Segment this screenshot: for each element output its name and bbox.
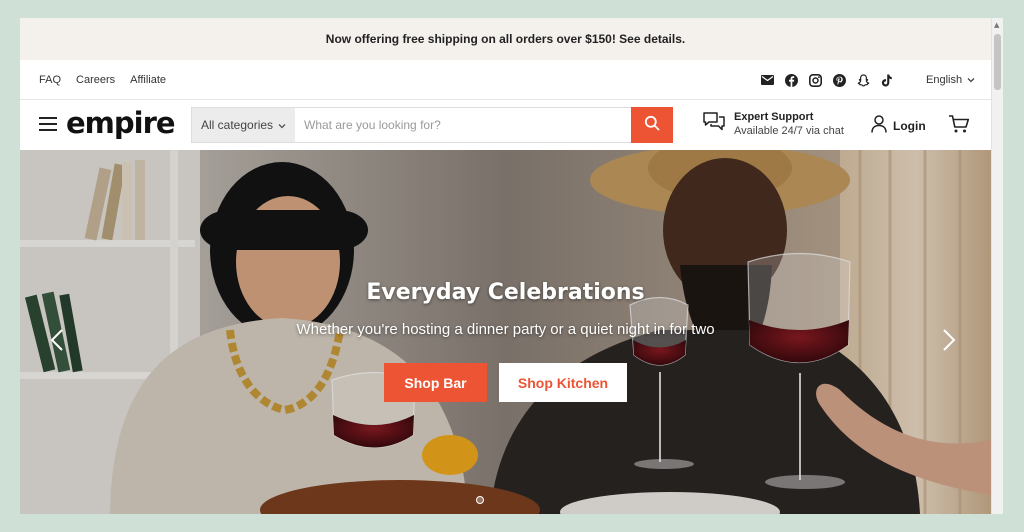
language-label: English	[926, 74, 963, 86]
cart-button[interactable]	[948, 114, 970, 139]
search-icon	[644, 115, 660, 136]
shop-bar-button[interactable]: Shop Bar	[384, 363, 487, 402]
careers-link[interactable]: Careers	[76, 74, 115, 86]
shop-kitchen-button[interactable]: Shop Kitchen	[499, 363, 627, 402]
faq-link[interactable]: FAQ	[39, 74, 61, 86]
utility-bar: FAQ Careers Affiliate English	[20, 60, 991, 100]
utility-links: FAQ Careers Affiliate	[39, 60, 166, 100]
site-logo[interactable]: empire	[66, 106, 176, 140]
pinterest-icon[interactable]	[832, 73, 846, 87]
social-links	[760, 60, 894, 100]
scrollbar[interactable]: ▲	[991, 18, 1003, 514]
login-label: Login	[893, 118, 926, 133]
chevron-right-icon[interactable]	[942, 328, 956, 357]
chevron-left-icon[interactable]	[50, 328, 64, 357]
facebook-icon[interactable]	[784, 73, 798, 87]
hero-slideshow: Everyday Celebrations Whether you're hos…	[20, 150, 991, 514]
snapchat-icon[interactable]	[856, 73, 870, 87]
announcement-text[interactable]: Now offering free shipping on all orders…	[326, 32, 685, 46]
category-select-label: All categories	[201, 118, 274, 132]
chat-bubbles-icon	[702, 111, 726, 138]
hamburger-menu-icon[interactable]	[39, 117, 57, 131]
login-link[interactable]: Login	[871, 115, 926, 136]
hero-subtitle: Whether you're hosting a dinner party or…	[296, 321, 715, 338]
cart-icon	[948, 115, 970, 138]
category-select[interactable]: All categories	[191, 107, 295, 143]
language-selector[interactable]: English	[926, 60, 975, 100]
instagram-icon[interactable]	[808, 73, 822, 87]
scroll-up-icon[interactable]: ▲	[994, 21, 999, 29]
support-title: Expert Support	[734, 111, 814, 123]
scrollbar-thumb[interactable]	[994, 34, 1001, 90]
hero-title: Everyday Celebrations	[366, 280, 645, 305]
support-subtitle: Available 24/7 via chat	[734, 125, 844, 137]
tiktok-icon[interactable]	[880, 73, 894, 87]
mail-icon[interactable]	[760, 73, 774, 87]
announcement-bar[interactable]: Now offering free shipping on all orders…	[20, 18, 991, 60]
browser-window: Now offering free shipping on all orders…	[20, 18, 1003, 514]
affiliate-link[interactable]: Affiliate	[130, 74, 166, 86]
expert-support[interactable]: Expert Support Available 24/7 via chat	[702, 110, 844, 138]
search-button[interactable]	[631, 107, 673, 143]
search-input[interactable]	[295, 107, 631, 143]
chevron-down-icon	[967, 74, 975, 86]
user-icon	[871, 115, 887, 136]
site-header: empire All categories Expert Support	[20, 100, 991, 150]
slide-indicator-dot[interactable]	[476, 496, 484, 504]
chevron-down-icon	[278, 118, 286, 132]
search-bar: All categories	[191, 107, 673, 143]
